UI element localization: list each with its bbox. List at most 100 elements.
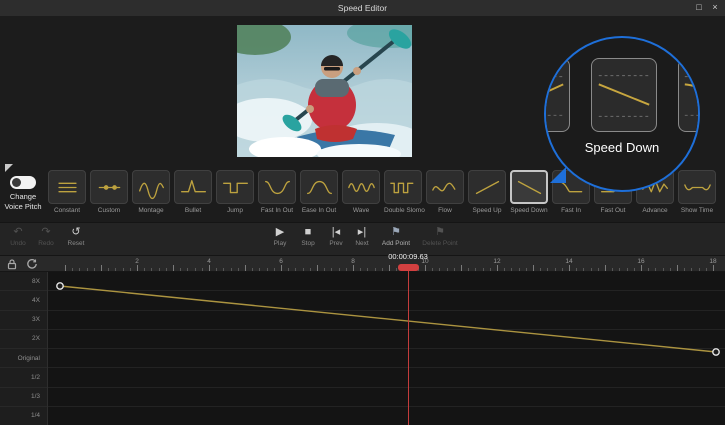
reset-button[interactable]: ↺ Reset <box>62 226 90 247</box>
ruler-tick <box>497 265 498 271</box>
flow-curve-icon <box>429 174 462 201</box>
timeline-grid-row <box>48 291 725 310</box>
ruler-tick <box>439 268 440 271</box>
rotate-icon[interactable] <box>26 258 38 270</box>
ruler-tick <box>238 268 239 271</box>
ruler-tick <box>396 268 397 271</box>
ruler-tick <box>619 268 620 271</box>
ruler-tick <box>526 268 527 271</box>
delete-point-button[interactable]: ⚑ Delete Point <box>418 226 462 247</box>
magnifier-label: Speed Down <box>546 140 698 155</box>
preset-speed-up[interactable]: Speed Up <box>468 170 506 214</box>
close-button[interactable]: × <box>707 0 723 16</box>
speed-label-1-4: 1/4 <box>0 407 47 425</box>
ruler-tick <box>375 268 376 271</box>
preset-show-time[interactable]: Show Time <box>678 170 716 214</box>
redo-icon: ↷ <box>32 226 60 239</box>
ease-in-out-curve-icon <box>303 174 336 201</box>
preset-label: Flow <box>426 207 464 214</box>
play-button[interactable]: ▶ Play <box>266 226 294 247</box>
speed-up-curve-icon <box>471 174 504 201</box>
ruler-tick <box>583 268 584 271</box>
next-button[interactable]: ▸| Next <box>348 226 376 247</box>
preset-fast-in-out[interactable]: Fast In Out <box>258 170 296 214</box>
preset-custom[interactable]: Custom <box>90 170 128 214</box>
ruler-tick <box>691 268 692 271</box>
ruler-tick <box>655 268 656 271</box>
speed-label-8x: 8X <box>0 272 47 291</box>
preset-speed-down[interactable]: Speed Down <box>510 170 548 214</box>
change-voice-pitch-toggle[interactable] <box>10 176 36 189</box>
preset-thumbnail <box>300 170 338 204</box>
ruler-tick <box>281 265 282 271</box>
wave-curve-icon <box>345 174 378 201</box>
speed-label-1-3: 1/3 <box>0 388 47 407</box>
change-voice-pitch-label: Change Voice Pitch <box>0 192 46 212</box>
playhead-handle[interactable] <box>398 264 419 271</box>
ruler-tick <box>72 268 73 271</box>
ruler-tick <box>180 268 181 271</box>
magnified-neighbor-tile-left <box>544 58 570 132</box>
magnified-neighbor-tile-right <box>678 58 700 132</box>
preset-flow[interactable]: Flow <box>426 170 464 214</box>
ruler-tick <box>360 268 361 271</box>
maximize-button[interactable]: □ <box>691 0 707 16</box>
timeline-grid-row <box>48 311 725 330</box>
window-title: Speed Editor <box>0 0 725 16</box>
preset-label: Montage <box>132 207 170 214</box>
ruler-tick <box>519 268 520 271</box>
double-slomo-curve-icon <box>387 174 420 201</box>
prev-icon: |◂ <box>322 226 350 239</box>
ruler-tick <box>209 265 210 271</box>
timeline-grid-row <box>48 407 725 425</box>
ruler-tick <box>547 268 548 271</box>
collapse-panel-arrow-icon[interactable] <box>5 164 13 172</box>
ruler-tick <box>310 268 311 271</box>
reset-icon: ↺ <box>62 226 90 239</box>
playhead-line[interactable] <box>408 264 409 425</box>
preset-double-slomo[interactable]: Double Slomo <box>384 170 422 214</box>
preset-jump[interactable]: Jump <box>216 170 254 214</box>
ruler-label-12: 12 <box>493 258 500 265</box>
undo-button[interactable]: ↶ Undo <box>4 226 32 247</box>
ruler-tick <box>130 268 131 271</box>
preset-thumbnail <box>48 170 86 204</box>
ruler-tick <box>259 268 260 271</box>
ruler-label-16: 16 <box>637 258 644 265</box>
preset-thumbnail <box>678 170 716 204</box>
preset-label: Wave <box>342 207 380 214</box>
toolbar: ↶ Undo ↷ Redo ↺ Reset ▶ Play ■ Stop |◂ P… <box>0 222 725 256</box>
video-preview <box>237 25 412 157</box>
ruler-tick <box>490 268 491 271</box>
preset-wave[interactable]: Wave <box>342 170 380 214</box>
stop-button[interactable]: ■ Stop <box>294 226 322 247</box>
preset-thumbnail <box>216 170 254 204</box>
preset-bullet[interactable]: Bullet <box>174 170 212 214</box>
stop-icon: ■ <box>294 226 322 239</box>
magnifier-pointer-icon <box>549 166 567 184</box>
preset-ease-in-out[interactable]: Ease In Out <box>300 170 338 214</box>
timeline-grid <box>48 272 725 425</box>
redo-button[interactable]: ↷ Redo <box>32 226 60 247</box>
titlebar[interactable]: Speed Editor □ × <box>0 0 725 16</box>
video-preview-frame <box>237 25 412 157</box>
ruler-tick <box>648 268 649 271</box>
lock-icon[interactable] <box>6 258 18 270</box>
ruler-tick <box>382 268 383 271</box>
ruler-tick <box>274 268 275 271</box>
speed-label-3x: 3X <box>0 311 47 330</box>
preset-montage[interactable]: Montage <box>132 170 170 214</box>
playhead-timecode: 00:00:09.63 <box>358 252 458 261</box>
preset-constant[interactable]: Constant <box>48 170 86 214</box>
ruler-tick <box>447 268 448 271</box>
preset-thumbnail <box>132 170 170 204</box>
ruler-tick <box>94 268 95 271</box>
speed-down-magnifier: Speed Down <box>544 36 700 192</box>
ruler-label-14: 14 <box>565 258 572 265</box>
ruler-tick <box>663 268 664 271</box>
add-point-button[interactable]: ⚑ Add Point <box>378 226 414 247</box>
ruler-tick <box>454 268 455 271</box>
timeline-grid-row <box>48 349 725 368</box>
prev-button[interactable]: |◂ Prev <box>322 226 350 247</box>
ruler-tick <box>353 265 354 271</box>
